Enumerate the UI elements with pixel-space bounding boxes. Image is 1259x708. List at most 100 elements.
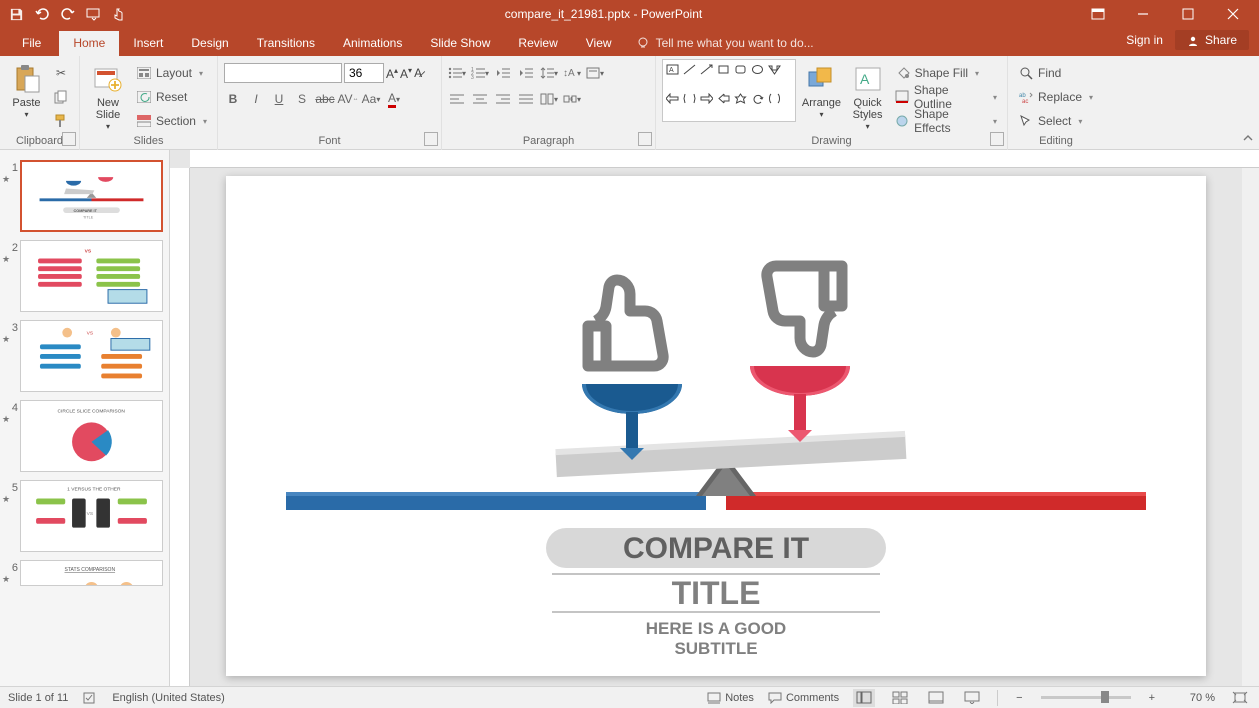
shrink-font-button[interactable]: A▾ [400,66,412,81]
drawing-dialog-launcher[interactable] [990,132,1004,146]
comments-button[interactable]: Comments [768,692,839,704]
save-button[interactable] [4,2,28,26]
zoom-percent[interactable]: 70 % [1173,692,1215,704]
group-clipboard: Paste ▾ ✂ Clipboard [0,56,80,150]
thumbnail-3[interactable]: 3★ VS [0,316,169,396]
slide-counter[interactable]: Slide 1 of 11 [8,692,68,704]
paragraph-dialog-launcher[interactable] [638,132,652,146]
notes-button[interactable]: Notes [707,692,754,704]
change-case-button[interactable]: Aa▾ [362,89,380,109]
font-name-input[interactable] [224,63,342,83]
scrollbar-vertical[interactable] [1242,168,1259,686]
arrange-button[interactable]: Arrange▾ [798,59,844,135]
underline-button[interactable]: U [270,89,288,109]
svg-text:STATS COMPARISON: STATS COMPARISON [65,567,116,573]
strikethrough-button[interactable]: abc [316,89,334,109]
zoom-out-button[interactable]: − [1012,692,1026,704]
reading-view-button[interactable] [925,689,947,707]
shape-effects-button[interactable]: Shape Effects▾ [891,110,1001,132]
grow-font-button[interactable]: A▴ [386,66,398,81]
cut-button[interactable]: ✂ [49,62,73,84]
maximize-button[interactable] [1165,0,1210,28]
share-button[interactable]: Share [1175,30,1249,50]
justify-button[interactable] [517,89,535,109]
font-color-button[interactable]: A▾ [385,89,403,109]
bullets-button[interactable]: ▾ [448,63,466,83]
shape-fill-button[interactable]: Shape Fill▾ [891,62,1001,84]
section-button[interactable]: Section▾ [132,110,211,132]
align-center-button[interactable] [471,89,489,109]
slide[interactable]: COMPARE IT TITLE HERE IS A GOOD SUBTITLE [226,176,1206,676]
close-button[interactable] [1210,0,1255,28]
tab-animations[interactable]: Animations [329,31,416,56]
line-spacing-button[interactable]: ▾ [540,63,558,83]
tab-file[interactable]: File [4,31,59,56]
tab-slideshow[interactable]: Slide Show [416,31,504,56]
align-right-button[interactable] [494,89,512,109]
italic-button[interactable]: I [247,89,265,109]
font-dialog-launcher[interactable] [424,132,438,146]
tab-review[interactable]: Review [504,31,571,56]
replace-button[interactable]: abacReplace▾ [1014,86,1097,108]
align-text-button[interactable]: ▾ [586,63,604,83]
tab-home[interactable]: Home [59,31,119,56]
decrease-indent-button[interactable] [494,63,512,83]
columns-button[interactable]: ▾ [540,89,558,109]
shadow-button[interactable]: S [293,89,311,109]
sign-in-link[interactable]: Sign in [1126,33,1163,47]
quick-styles-label: Quick Styles [853,97,883,121]
thumbnail-pane[interactable]: 1★ COMPARE IT TITLE 2★ VS 3★ VS 4★ CIR [0,150,170,686]
zoom-slider[interactable] [1041,696,1131,699]
slide-sorter-button[interactable] [889,689,911,707]
redo-button[interactable] [56,2,80,26]
fit-to-window-button[interactable] [1229,689,1251,707]
tab-transitions[interactable]: Transitions [243,31,329,56]
normal-view-button[interactable] [853,689,875,707]
increase-indent-button[interactable] [517,63,535,83]
animation-star-icon: ★ [2,174,18,185]
start-from-beginning-button[interactable] [82,2,106,26]
tab-view[interactable]: View [572,31,626,56]
paste-button[interactable]: Paste ▾ [6,59,47,135]
shape-outline-button[interactable]: Shape Outline▾ [891,86,1001,108]
thumbnail-4[interactable]: 4★ CIRCLE SLICE COMPARISON [0,396,169,476]
shapes-gallery[interactable]: A [662,59,796,122]
layout-button[interactable]: Layout▾ [132,62,211,84]
format-painter-button[interactable] [49,110,73,132]
tab-insert[interactable]: Insert [119,31,177,56]
thumbnail-5[interactable]: 5★ 1 VERSUS THE OTHERVS [0,476,169,556]
undo-button[interactable] [30,2,54,26]
bold-button[interactable]: B [224,89,242,109]
collapse-ribbon-button[interactable] [1241,131,1257,147]
select-button[interactable]: Select▾ [1014,110,1097,132]
thumbnail-2[interactable]: 2★ VS [0,236,169,316]
copy-button[interactable] [49,86,73,108]
find-button[interactable]: Find [1014,62,1097,84]
reset-button[interactable]: Reset [132,86,211,108]
thumbs-down-icon [767,266,842,352]
char-spacing-button[interactable]: AV↔ [339,89,357,109]
language-indicator[interactable]: English (United States) [112,692,225,704]
slideshow-view-button[interactable] [961,689,983,707]
ribbon-display-button[interactable] [1075,0,1120,28]
clipboard-dialog-launcher[interactable] [62,132,76,146]
tab-design[interactable]: Design [177,31,242,56]
smartart-button[interactable]: ▾ [563,89,581,109]
clear-formatting-button[interactable]: A̷ [414,66,422,80]
touch-mode-button[interactable] [108,2,132,26]
thumbnail-1[interactable]: 1★ COMPARE IT TITLE [0,156,169,236]
font-size-input[interactable] [344,63,384,83]
quick-styles-button[interactable]: A Quick Styles▾ [846,59,888,135]
text-direction-button[interactable]: ↕A▾ [563,63,581,83]
slide-canvas[interactable]: COMPARE IT TITLE HERE IS A GOOD SUBTITLE [170,150,1259,686]
minimize-button[interactable] [1120,0,1165,28]
zoom-in-button[interactable]: + [1145,692,1159,704]
thumbnail-6[interactable]: 6★ STATS COMPARISON [0,556,169,586]
spellcheck-icon[interactable] [82,691,98,705]
cut-icon: ✂ [53,65,69,81]
align-left-button[interactable] [448,89,466,109]
new-slide-button[interactable]: New Slide ▾ [86,59,130,135]
tell-me[interactable]: Tell me what you want to do... [636,36,814,56]
section-icon [136,113,152,129]
numbering-button[interactable]: 123▾ [471,63,489,83]
